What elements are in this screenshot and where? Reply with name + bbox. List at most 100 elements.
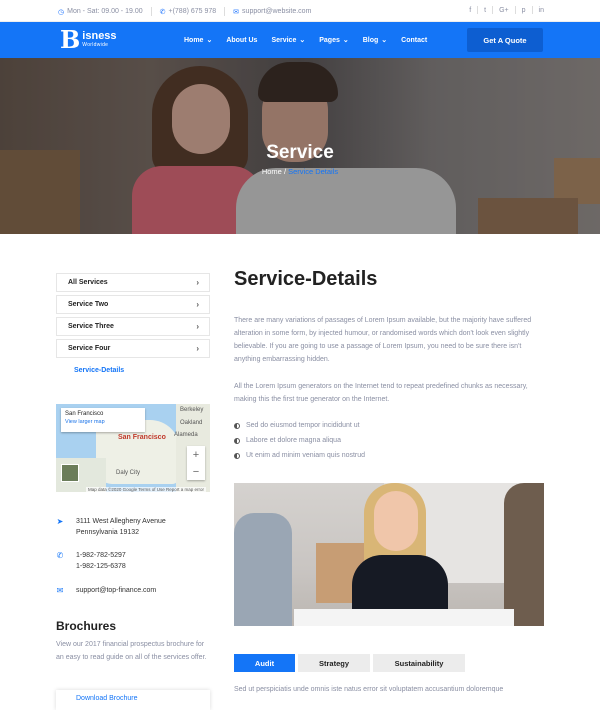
- site-logo[interactable]: B isness Worldwide: [60, 28, 117, 52]
- pinterest-icon[interactable]: p: [522, 7, 526, 14]
- phone-icon: ✆: [56, 551, 64, 560]
- tab-strategy[interactable]: Strategy: [298, 654, 370, 672]
- envelope-icon: ✉: [56, 586, 64, 595]
- address-line: 3111 West Allegheny Avenue: [76, 518, 166, 525]
- menu-item-pages[interactable]: Pages ⌄: [319, 36, 349, 45]
- contact-phones: ✆ 1-982-782-5297 1-982-125-6378: [56, 550, 126, 572]
- chevron-down-icon: ⌄: [342, 37, 349, 44]
- tab-content-text: Sed ut perspiciatis unde omnis iste natu…: [234, 686, 504, 693]
- phone-item[interactable]: ✆ +(788) 675 978: [160, 8, 217, 16]
- phone-icon: ✆: [159, 8, 166, 16]
- download-brochure-button[interactable]: Download Brochure: [56, 690, 210, 710]
- tab-audit[interactable]: Audit: [234, 654, 295, 672]
- google-plus-icon[interactable]: G+: [499, 7, 509, 14]
- half-circle-icon: [234, 452, 240, 459]
- list-item-text: Ut enim ad minim veniam quis nostrud: [246, 452, 366, 459]
- menu-label: Contact: [401, 36, 428, 44]
- chevron-right-icon: ›: [196, 344, 199, 353]
- twitter-icon[interactable]: t: [484, 7, 486, 14]
- address-line: Pennsylvania 19132: [76, 529, 140, 536]
- map-larger-link[interactable]: View larger map: [65, 419, 141, 425]
- sidebar-item-service-two[interactable]: Service Two ›: [56, 295, 210, 314]
- page-title: Service: [266, 142, 334, 163]
- map-city: Daly City: [116, 470, 141, 476]
- get-quote-button[interactable]: Get A Quote: [467, 28, 543, 52]
- sidebar-item-label: Service Three: [68, 323, 114, 330]
- phone-text[interactable]: +(788) 675 978: [168, 8, 216, 15]
- zoom-out-icon[interactable]: −: [193, 466, 199, 478]
- map-city: Alameda: [174, 432, 198, 438]
- breadcrumb-current: Service Details: [288, 167, 339, 176]
- map-place: San Francisco: [65, 411, 104, 417]
- sidebar-item-service-four[interactable]: Service Four ›: [56, 339, 210, 358]
- phone-number[interactable]: 1-982-125-6378: [76, 561, 126, 572]
- menu-item-blog[interactable]: Blog ⌄: [362, 36, 388, 45]
- hours-text: Mon - Sat: 09.00 - 19.00: [67, 8, 143, 15]
- breadcrumb: Home / Service Details: [0, 167, 600, 176]
- map-zoom-controls: + −: [187, 446, 205, 480]
- menu-label: Pages: [319, 36, 340, 44]
- service-sidebar: All Services › Service Two › Service Three…: [56, 273, 210, 383]
- service-details-title: Service-Details: [234, 268, 378, 290]
- envelope-icon: ✉: [233, 8, 240, 16]
- map-footer: Map data ©2020 Google Terms of Use Repor…: [86, 487, 207, 492]
- tab-sustainability[interactable]: Sustainability: [373, 654, 465, 672]
- menu-label: Home: [184, 36, 204, 44]
- service-photo: [234, 483, 544, 626]
- email-address[interactable]: support@top-finance.com: [76, 585, 156, 596]
- clock-icon: ◷: [58, 8, 65, 16]
- top-bar: ◷ Mon - Sat: 09.00 - 19.00 ✆ +(788) 675 …: [0, 0, 600, 22]
- map-city: Berkeley: [180, 407, 204, 413]
- linkedin-icon[interactable]: in: [539, 7, 544, 14]
- main-menu: Home ⌄ About Us Service ⌄ Pages ⌄ Blog ⌄ Con…: [184, 36, 427, 45]
- phone-number[interactable]: 1-982-782-5297: [76, 550, 126, 561]
- menu-label: Service: [271, 36, 297, 44]
- map-info-card: San Francisco View larger map: [61, 408, 145, 432]
- map-city: San Francisco: [118, 434, 166, 441]
- sidebar-item-service-three[interactable]: Service Three ›: [56, 317, 210, 336]
- chevron-right-icon: ›: [196, 278, 199, 287]
- breadcrumb-separator: /: [283, 167, 287, 176]
- pegman-icon[interactable]: [61, 464, 79, 482]
- location-map[interactable]: San Francisco View larger map San Franci…: [56, 404, 210, 492]
- sidebar-item-label: Service Two: [68, 301, 109, 308]
- brochures-heading: Brochures: [56, 619, 117, 633]
- intro-paragraph: There are many variations of passages of…: [234, 317, 532, 363]
- sidebar-item-label: All Services: [68, 279, 108, 286]
- menu-label: About Us: [226, 36, 258, 44]
- menu-item-home[interactable]: Home ⌄: [184, 36, 212, 45]
- service-tabs: Audit Strategy Sustainability: [234, 654, 465, 672]
- map-city: Oakland: [180, 420, 203, 426]
- breadcrumb-home[interactable]: Home: [262, 167, 282, 176]
- menu-item-contact[interactable]: Contact: [401, 36, 427, 44]
- zoom-in-icon[interactable]: +: [193, 449, 199, 461]
- sidebar-item-label: Service-Details: [74, 367, 125, 374]
- logo-name: isness: [82, 30, 117, 42]
- feature-list: Sed do eiusmod tempor incididunt ut Labo…: [234, 418, 365, 463]
- chevron-down-icon: ⌄: [381, 37, 388, 44]
- chevron-down-icon: ⌄: [299, 37, 306, 44]
- hours-item: ◷ Mon - Sat: 09.00 - 19.00: [58, 8, 143, 16]
- contact-email: ✉ support@top-finance.com: [56, 585, 157, 596]
- email-text[interactable]: support@website.com: [242, 8, 311, 15]
- sidebar-item-label: Service Four: [68, 345, 111, 352]
- facebook-icon[interactable]: f: [469, 7, 471, 14]
- menu-label: Blog: [362, 36, 379, 44]
- list-item: Ut enim ad minim veniam quis nostrud: [234, 448, 365, 463]
- list-item: Sed do eiusmod tempor incididunt ut: [234, 418, 365, 433]
- sidebar-item-service-details[interactable]: Service-Details: [56, 361, 210, 380]
- brochures-text: View our 2017 financial prospectus broch…: [56, 641, 207, 661]
- half-circle-icon: [234, 422, 240, 429]
- chevron-right-icon: ›: [196, 300, 199, 309]
- sidebar-item-all-services[interactable]: All Services ›: [56, 273, 210, 292]
- email-item[interactable]: ✉ support@website.com: [233, 8, 311, 16]
- contact-address: ➤ 3111 West Allegheny Avenue Pennsylvani…: [56, 516, 166, 538]
- list-item-text: Sed do eiusmod tempor incididunt ut: [246, 422, 360, 429]
- download-label: Download Brochure: [76, 695, 138, 702]
- chevron-right-icon: ›: [196, 322, 199, 331]
- menu-item-about[interactable]: About Us: [226, 36, 257, 44]
- menu-item-service[interactable]: Service ⌄: [271, 36, 306, 45]
- list-item-text: Labore et dolore magna aliqua: [246, 437, 341, 444]
- logo-sub: Worldwide: [82, 42, 109, 48]
- half-circle-icon: [234, 437, 240, 444]
